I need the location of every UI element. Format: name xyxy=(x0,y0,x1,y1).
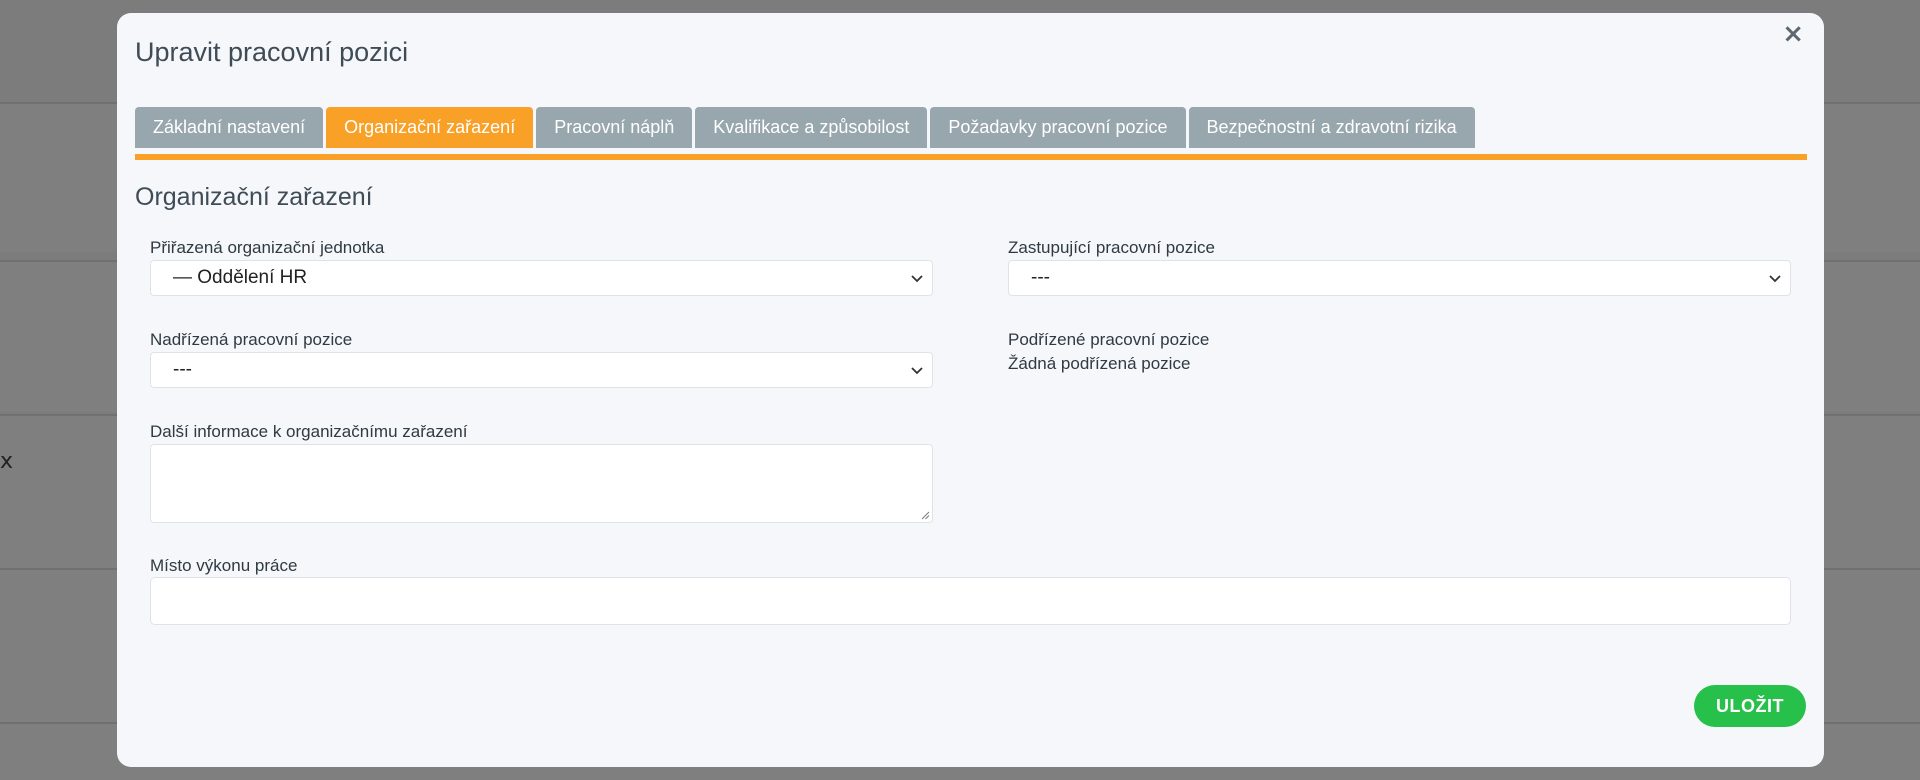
substitute-position-value: --- xyxy=(1031,267,1050,288)
tab-bar: Základní nastavení Organizační zařazení … xyxy=(135,107,1807,160)
edit-position-modal: Upravit pracovní pozici × Základní nasta… xyxy=(117,13,1824,767)
modal-title: Upravit pracovní pozici xyxy=(135,37,409,67)
subordinate-positions-value: Žádná podřízená pozice xyxy=(1008,354,1191,373)
substitute-position-label: Zastupující pracovní pozice xyxy=(1008,238,1215,257)
org-unit-value: — Oddělení HR xyxy=(173,267,308,288)
tab-basic-settings[interactable]: Základní nastavení xyxy=(135,107,324,148)
background-close-glyph: x xyxy=(0,449,14,474)
tab-organizational-placement[interactable]: Organizační zařazení xyxy=(326,107,534,148)
superior-position-label: Nadřízená pracovní pozice xyxy=(150,330,353,349)
chevron-down-icon xyxy=(911,367,923,375)
org-unit-select[interactable]: — Oddělení HR xyxy=(150,260,933,296)
chevron-down-icon xyxy=(911,275,923,283)
work-location-label: Místo výkonu práce xyxy=(150,556,298,575)
close-icon[interactable]: × xyxy=(1782,21,1804,47)
additional-info-textarea[interactable] xyxy=(150,444,933,523)
subordinate-positions-label: Podřízené pracovní pozice xyxy=(1008,330,1210,349)
resize-handle-icon[interactable] xyxy=(920,510,930,520)
tab-qualifications[interactable]: Kvalifikace a způsobilost xyxy=(695,107,928,148)
save-button[interactable]: ULOŽIT xyxy=(1694,685,1806,727)
substitute-position-select[interactable]: --- xyxy=(1008,260,1791,296)
tab-safety-health-risks[interactable]: Bezpečnostní a zdravotní rizika xyxy=(1188,107,1475,148)
additional-info-label: Další informace k organizačnímu zařazení xyxy=(150,422,468,441)
org-unit-label: Přiřazená organizační jednotka xyxy=(150,238,385,257)
superior-position-value: --- xyxy=(173,359,192,380)
work-location-input[interactable] xyxy=(150,577,1791,625)
tab-position-requirements[interactable]: Požadavky pracovní pozice xyxy=(930,107,1186,148)
superior-position-select[interactable]: --- xyxy=(150,352,933,388)
section-title: Organizační zařazení xyxy=(135,183,373,211)
chevron-down-icon xyxy=(1769,275,1781,283)
tab-job-description[interactable]: Pracovní náplň xyxy=(536,107,693,148)
